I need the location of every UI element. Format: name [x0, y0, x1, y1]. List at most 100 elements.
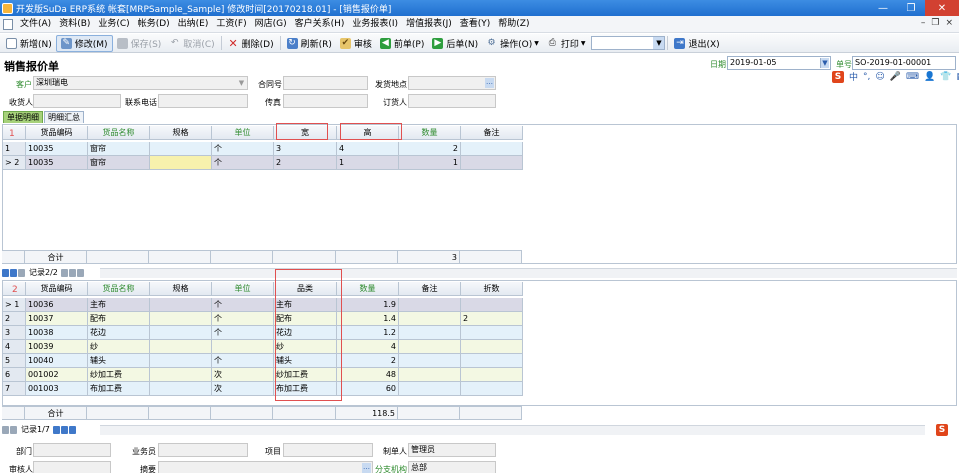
print-button[interactable]: ⎙ 打印 ▼ [543, 35, 590, 52]
salesperson-field[interactable] [158, 443, 248, 457]
cell-note[interactable] [399, 298, 461, 312]
save-button[interactable]: 保存(S) [113, 35, 166, 52]
menu-help[interactable]: 帮助(Z) [494, 16, 533, 33]
column-qty[interactable]: 数量 [399, 126, 461, 140]
maker-field[interactable]: 管理员 [408, 443, 496, 457]
toolbar-combo[interactable]: ▼ [591, 36, 666, 50]
close-button[interactable]: ✕ [925, 0, 959, 16]
cell-disc[interactable] [461, 298, 523, 312]
column-note[interactable]: 备注 [461, 126, 523, 140]
cell-name[interactable]: 辅头 [88, 354, 150, 368]
table-row[interactable]: 2 10037 配布个配布 1.4 2 [3, 312, 523, 326]
mdi-restore-button[interactable]: ❐ [931, 18, 939, 28]
next-record-icon[interactable] [18, 268, 25, 277]
cell-qty[interactable]: 1.2 [337, 326, 399, 340]
ime-voice-icon[interactable]: 🎤 [890, 72, 901, 82]
branch-field[interactable]: 总部 [408, 461, 496, 473]
doc-no-field[interactable]: SO-2019-01-00001 [852, 56, 956, 70]
ellipsis-icon[interactable]: … [362, 463, 371, 473]
ellipsis-icon[interactable]: … [485, 78, 494, 88]
table-row[interactable]: 5 10040 辅头个辅头 2 [3, 354, 523, 368]
horizontal-scrollbar[interactable] [100, 425, 925, 435]
cell-qty[interactable]: 4 [337, 340, 399, 354]
date-field[interactable]: 2019-01-05 ▼ [727, 56, 831, 70]
first-record-icon[interactable] [2, 425, 9, 434]
table-row[interactable]: 1 10035 窗帘 个 3 4 2 [3, 142, 523, 156]
column-unit[interactable]: 单位 [212, 126, 274, 140]
cell-code[interactable]: 001003 [26, 382, 88, 396]
mdi-close-button[interactable]: × [945, 18, 953, 28]
chevron-down-icon[interactable]: ▼ [820, 58, 829, 68]
cell-unit[interactable]: 个 [212, 312, 274, 326]
column-qty[interactable]: 数量 [337, 282, 399, 296]
sogou-ime-icon[interactable]: S [832, 70, 844, 83]
cell-unit[interactable]: 次 [212, 382, 274, 396]
cell-cat[interactable]: 辅头 [274, 354, 337, 368]
cell-name[interactable]: 纱加工费 [88, 368, 150, 382]
cell-cat[interactable]: 布加工费 [274, 382, 337, 396]
mdi-minimize-button[interactable]: – [921, 18, 926, 28]
menu-crm[interactable]: 客户关系(H) [291, 16, 349, 33]
orderer-field[interactable] [408, 94, 496, 108]
chevron-down-icon[interactable]: ▼ [653, 37, 665, 49]
delete-button[interactable]: ✕ 删除(D) [224, 35, 278, 52]
cell-disc[interactable] [461, 340, 523, 354]
column-name[interactable]: 货品名称 [88, 282, 150, 296]
menu-file[interactable]: 文件(A) [16, 16, 55, 33]
menu-business[interactable]: 业务(C) [94, 16, 133, 33]
menu-data[interactable]: 资料(B) [55, 16, 94, 33]
contract-no-field[interactable] [283, 76, 368, 90]
first-record-icon[interactable] [2, 268, 9, 277]
column-height[interactable]: 高 [337, 126, 399, 140]
cell-code[interactable]: 10038 [26, 326, 88, 340]
cell-disc[interactable] [461, 326, 523, 340]
column-name[interactable]: 货品名称 [88, 126, 150, 140]
column-code[interactable]: 货品编码 [26, 282, 88, 296]
cell-name[interactable]: 主布 [88, 298, 150, 312]
table-row[interactable]: 4 10039 纱纱 4 [3, 340, 523, 354]
column-spec[interactable]: 规格 [150, 126, 212, 140]
column-category[interactable]: 品类 [274, 282, 337, 296]
cell-note[interactable] [399, 354, 461, 368]
phone-field[interactable] [158, 94, 248, 108]
cell-name[interactable]: 纱 [88, 340, 150, 354]
auditor-field[interactable] [33, 461, 111, 473]
cell-note[interactable] [399, 326, 461, 340]
column-note[interactable]: 备注 [399, 282, 461, 296]
cell-unit[interactable]: 个 [212, 326, 274, 340]
cell-cat[interactable]: 主布 [274, 298, 337, 312]
column-discount[interactable]: 折数 [461, 282, 523, 296]
operations-button[interactable]: ⚙ 操作(O) ▼ [482, 35, 543, 52]
next-record-icon[interactable] [60, 268, 68, 277]
cell-spec[interactable] [150, 368, 212, 382]
cell-spec[interactable] [150, 312, 212, 326]
column-spec[interactable]: 规格 [150, 282, 212, 296]
cell-unit[interactable]: 个 [212, 298, 274, 312]
table-row[interactable]: 3 10038 花边个花边 1.2 [3, 326, 523, 340]
cell-spec[interactable] [150, 354, 212, 368]
cell-disc[interactable] [461, 368, 523, 382]
prev-record-icon[interactable] [10, 425, 17, 434]
fax-field[interactable] [283, 94, 368, 108]
column-width[interactable]: 宽 [274, 126, 337, 140]
cell-name[interactable]: 配布 [88, 312, 150, 326]
dept-field[interactable] [33, 443, 111, 457]
tab-doc-detail[interactable]: 单据明细 [3, 111, 43, 123]
prev-doc-button[interactable]: ◀ 前单(P) [376, 35, 428, 52]
ime-chinese-mode[interactable]: 中 [849, 70, 858, 83]
cell-qty[interactable]: 60 [337, 382, 399, 396]
table-row[interactable]: > 1 10036 主布个主布 1.9 [3, 298, 523, 312]
cell-code[interactable]: 10040 [26, 354, 88, 368]
cell-cat[interactable]: 纱加工费 [274, 368, 337, 382]
cell-qty[interactable]: 48 [337, 368, 399, 382]
column-unit[interactable]: 单位 [212, 282, 274, 296]
cell-cat[interactable]: 花边 [274, 326, 337, 340]
cell-code[interactable]: 10039 [26, 340, 88, 354]
ime-emoji-icon[interactable]: ☺ [875, 72, 884, 82]
cell-qty[interactable]: 1.9 [337, 298, 399, 312]
maximize-button[interactable]: ❐ [897, 0, 925, 16]
prev-record-icon[interactable] [10, 268, 17, 277]
menu-view[interactable]: 查看(Y) [456, 16, 495, 33]
menu-value-reports[interactable]: 增值报表(J) [402, 16, 456, 33]
table-row[interactable]: 7 001003 布加工费次布加工费 60 [3, 382, 523, 396]
